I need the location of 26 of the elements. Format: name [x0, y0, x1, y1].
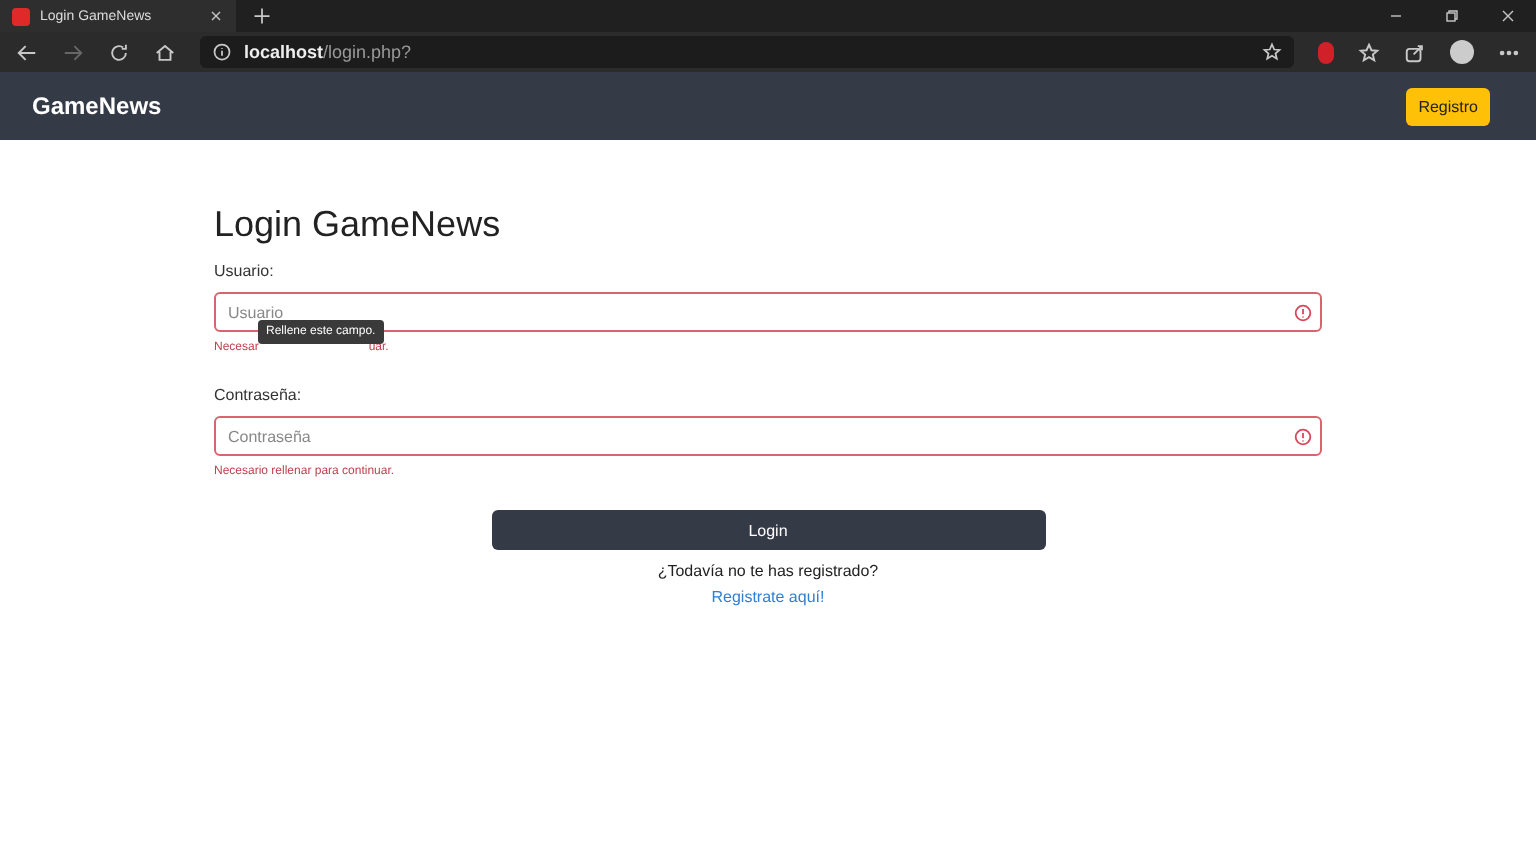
register-prompt: ¿Todavía no te has registrado? — [657, 562, 879, 580]
close-icon[interactable] — [1500, 8, 1516, 24]
field-label: Usuario: — [214, 262, 276, 280]
close-icon[interactable] — [208, 8, 224, 24]
register-link[interactable]: Registrate aquí! — [711, 588, 825, 606]
brand-link[interactable]: GameNews — [32, 92, 162, 120]
warning-icon — [1294, 303, 1312, 321]
input-field[interactable]: Contraseña — [214, 416, 1322, 456]
favicon-icon — [12, 7, 30, 25]
plus-icon[interactable] — [252, 6, 272, 26]
home-icon[interactable] — [154, 41, 176, 63]
share-icon[interactable] — [1404, 41, 1426, 63]
register-button[interactable]: Registro — [1406, 87, 1490, 125]
refresh-icon[interactable] — [108, 41, 130, 63]
back-arrow-icon[interactable] — [16, 41, 38, 63]
login-button[interactable]: Login — [491, 510, 1045, 550]
warning-icon — [1294, 427, 1312, 445]
address-bar[interactable]: localhost/login.php? — [200, 36, 1294, 68]
profile-avatar[interactable] — [1450, 40, 1474, 64]
page-title: Login GameNews — [214, 204, 503, 246]
favorites-icon[interactable] — [1358, 41, 1380, 63]
restore-icon[interactable] — [1444, 8, 1460, 24]
extension-icon[interactable] — [1318, 41, 1334, 63]
field-label: Contraseña: — [214, 386, 304, 404]
add-favorite-icon[interactable] — [1262, 42, 1282, 62]
info-icon[interactable] — [212, 42, 232, 62]
